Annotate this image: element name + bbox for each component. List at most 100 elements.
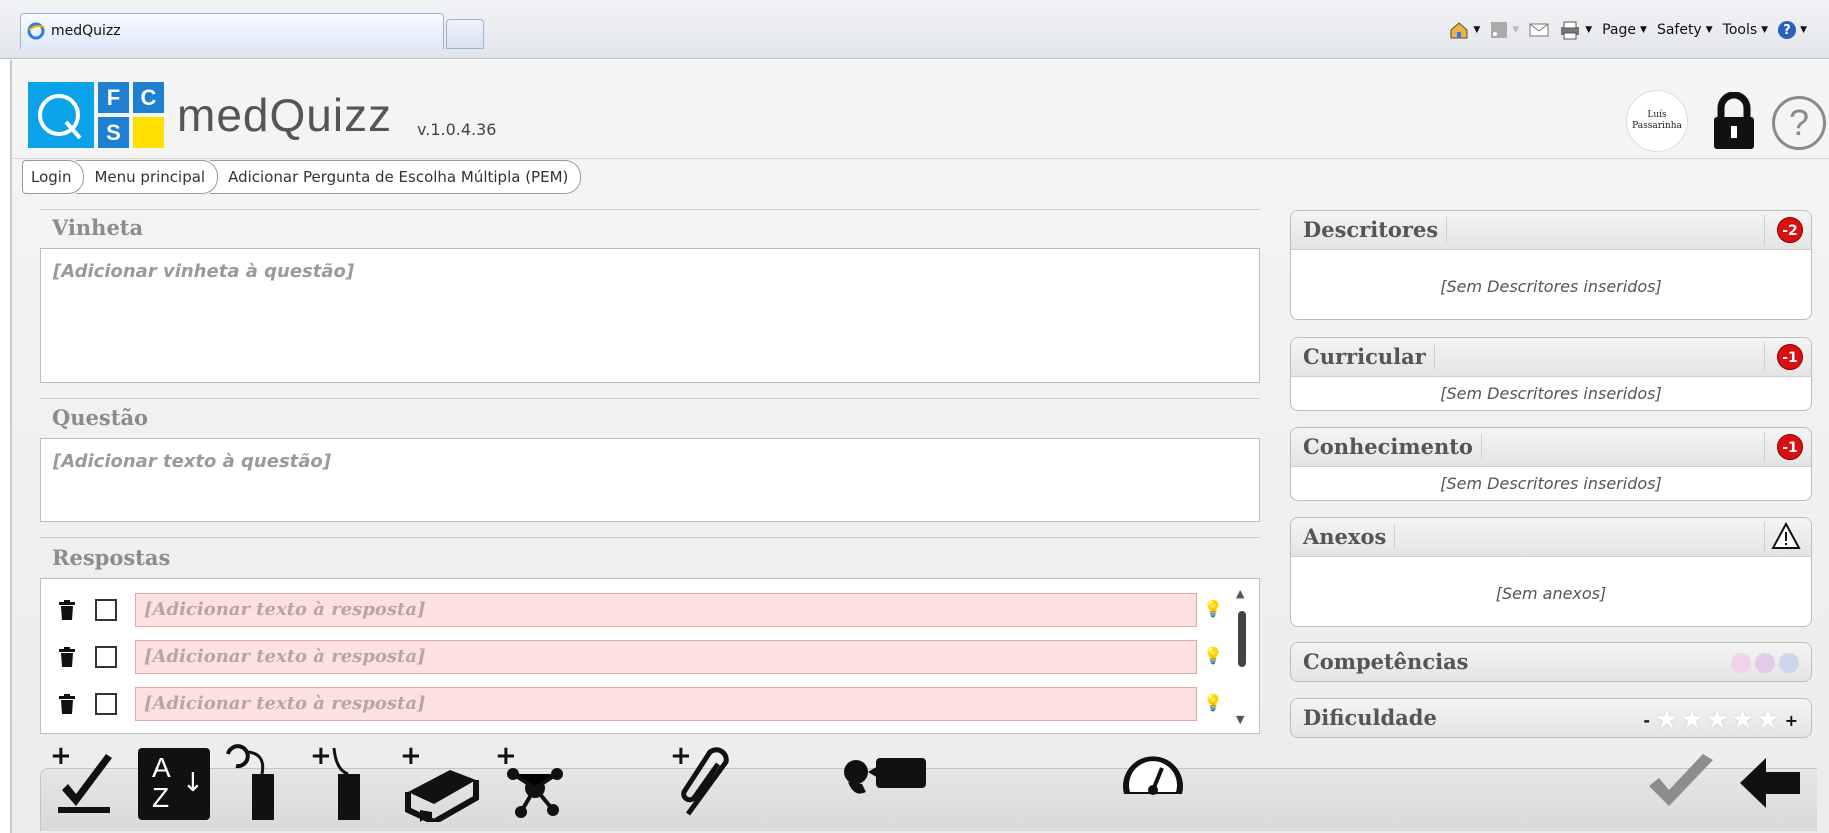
tools-menu[interactable]: Tools ▼ [1723, 22, 1768, 38]
back-arrow-icon[interactable] [1738, 756, 1802, 810]
star-icon[interactable]: ★ [1706, 707, 1729, 733]
trash-icon[interactable] [59, 694, 75, 714]
conhecimento-count-badge: -1 [1777, 434, 1803, 460]
dificuldade-title: Dificuldade [1303, 705, 1437, 730]
confirm-checkmark-icon[interactable] [1645, 752, 1717, 812]
correct-answer-checkbox[interactable] [95, 693, 117, 715]
descritores-count-badge: -2 [1777, 217, 1803, 243]
panel-header: Dificuldade - ★ ★ ★ ★ ★ + [1291, 699, 1811, 737]
svg-text:+: + [310, 741, 332, 771]
svg-text:+: + [400, 741, 422, 771]
chevron-down-icon: ▼ [1473, 25, 1481, 35]
vinheta-textarea[interactable]: [Adicionar vinheta à questão] [40, 248, 1260, 383]
logo-letter-c: C [133, 82, 164, 113]
competency-dot[interactable] [1731, 653, 1751, 673]
divider [40, 537, 1260, 538]
speedometer-icon[interactable] [1118, 740, 1188, 810]
sort-az-button[interactable]: A Z ↓ [138, 748, 210, 820]
conhecimento-empty: [Sem Descritores inseridos] [1440, 474, 1662, 493]
trash-icon[interactable] [59, 647, 75, 667]
lock-icon[interactable] [1709, 92, 1759, 150]
command-bar: ▼ ▼ ▼ Page ▼ Safety ▼ Tools ▼ ? ▼ [1449, 18, 1807, 42]
attach-paperclip-icon[interactable]: + [670, 740, 742, 822]
scroll-up-icon[interactable]: ▲ [1236, 587, 1244, 600]
mail-icon [1529, 23, 1549, 37]
difficulty-rating[interactable]: - ★ ★ ★ ★ ★ + [1640, 707, 1801, 733]
panel-header[interactable]: Curricular -1 [1291, 338, 1811, 377]
curricular-empty: [Sem Descritores inseridos] [1440, 384, 1662, 403]
trash-icon[interactable] [59, 600, 75, 620]
lightbulb-icon[interactable]: 💡 [1203, 693, 1223, 715]
difficulty-decrease-button[interactable]: - [1643, 711, 1650, 730]
answer-row: [Adicionar texto à resposta] 💡 [41, 593, 1223, 629]
competencias-dots[interactable] [1731, 653, 1799, 673]
panel-header[interactable]: Competências [1291, 643, 1811, 681]
add-network-icon[interactable]: + [495, 740, 567, 822]
panel-header[interactable]: Descritores -2 [1291, 211, 1811, 250]
svg-text:+: + [495, 741, 517, 771]
panel-header[interactable]: Conhecimento -1 [1291, 428, 1811, 467]
star-icon[interactable]: ★ [1655, 707, 1678, 733]
lightbulb-icon[interactable]: 💡 [1203, 599, 1223, 621]
page-menu[interactable]: Page ▼ [1602, 22, 1647, 38]
add-book-icon[interactable]: + [400, 740, 480, 822]
competency-dot[interactable] [1755, 653, 1775, 673]
warning-icon [1771, 522, 1801, 549]
user-avatar[interactable]: Luís Passarinha [1626, 90, 1688, 152]
add-tag-icon[interactable]: + [310, 740, 374, 822]
home-button[interactable]: ▼ [1449, 21, 1480, 39]
new-tab-button[interactable] [446, 19, 484, 49]
star-icon[interactable]: ★ [1756, 707, 1779, 733]
help-menu[interactable]: ? ▼ [1778, 21, 1807, 39]
competency-dot[interactable] [1779, 653, 1799, 673]
breadcrumb-login[interactable]: Login [22, 160, 85, 194]
print-button[interactable]: ▼ [1559, 20, 1592, 40]
difficulty-increase-button[interactable]: + [1785, 711, 1798, 730]
add-correct-answer-icon[interactable]: + [50, 740, 122, 820]
scrollbar-thumb[interactable] [1238, 611, 1246, 667]
sort-arrow-icon: ↓ [182, 768, 204, 798]
app-version: v.1.0.4.36 [417, 120, 497, 139]
home-icon [1450, 22, 1468, 39]
answer-row: [Adicionar texto à resposta] 💡 [41, 687, 1223, 723]
user-name-line1: Luís [1647, 110, 1667, 120]
divider [1764, 432, 1765, 462]
divider [40, 398, 1260, 399]
answer-row: [Adicionar texto à resposta] 💡 [41, 640, 1223, 676]
chevron-down-icon: ▼ [1585, 25, 1593, 35]
help-icon: ? [1778, 21, 1797, 39]
lightbulb-icon[interactable]: 💡 [1203, 646, 1223, 668]
safety-menu[interactable]: Safety ▼ [1657, 22, 1713, 38]
divider [1764, 215, 1765, 245]
mail-button[interactable] [1529, 22, 1549, 38]
chevron-down-icon: ▼ [1512, 25, 1520, 35]
scroll-down-icon[interactable]: ▼ [1236, 713, 1244, 726]
svg-text:+: + [670, 741, 692, 771]
answers-scrollbar[interactable]: ▲ ▼ [1233, 587, 1251, 727]
vinheta-title: Vinheta [52, 215, 144, 240]
curricular-title: Curricular [1303, 344, 1435, 369]
respostas-title: Respostas [52, 545, 171, 570]
answer-input[interactable]: [Adicionar texto à resposta] [135, 687, 1197, 721]
feeds-button[interactable]: ▼ [1490, 21, 1519, 39]
correct-answer-checkbox[interactable] [95, 599, 117, 621]
tag-refresh-icon[interactable] [222, 740, 286, 822]
anexos-panel: Anexos [Sem anexos] [1290, 517, 1812, 627]
answer-input[interactable]: [Adicionar texto à resposta] [135, 640, 1197, 674]
logo-q-icon [28, 82, 94, 148]
breadcrumb-menu-principal[interactable]: Menu principal [76, 160, 219, 194]
star-icon[interactable]: ★ [1731, 707, 1754, 733]
questao-textarea[interactable]: [Adicionar texto à questão] [40, 438, 1260, 522]
speaker-comment-icon[interactable] [840, 740, 930, 810]
tools-menu-label: Tools [1722, 22, 1758, 38]
descritores-panel: Descritores -2 [Sem Descritores inserido… [1290, 210, 1812, 320]
conhecimento-title: Conhecimento [1303, 434, 1482, 459]
correct-answer-checkbox[interactable] [95, 646, 117, 668]
browser-tab[interactable]: medQuizz [20, 13, 444, 49]
answer-input[interactable]: [Adicionar texto à resposta] [135, 593, 1197, 627]
divider [1764, 342, 1765, 372]
star-icon[interactable]: ★ [1680, 707, 1703, 733]
help-icon[interactable]: ? [1772, 96, 1826, 150]
user-name-line2: Passarinha [1632, 121, 1682, 131]
panel-header[interactable]: Anexos [1291, 518, 1811, 557]
